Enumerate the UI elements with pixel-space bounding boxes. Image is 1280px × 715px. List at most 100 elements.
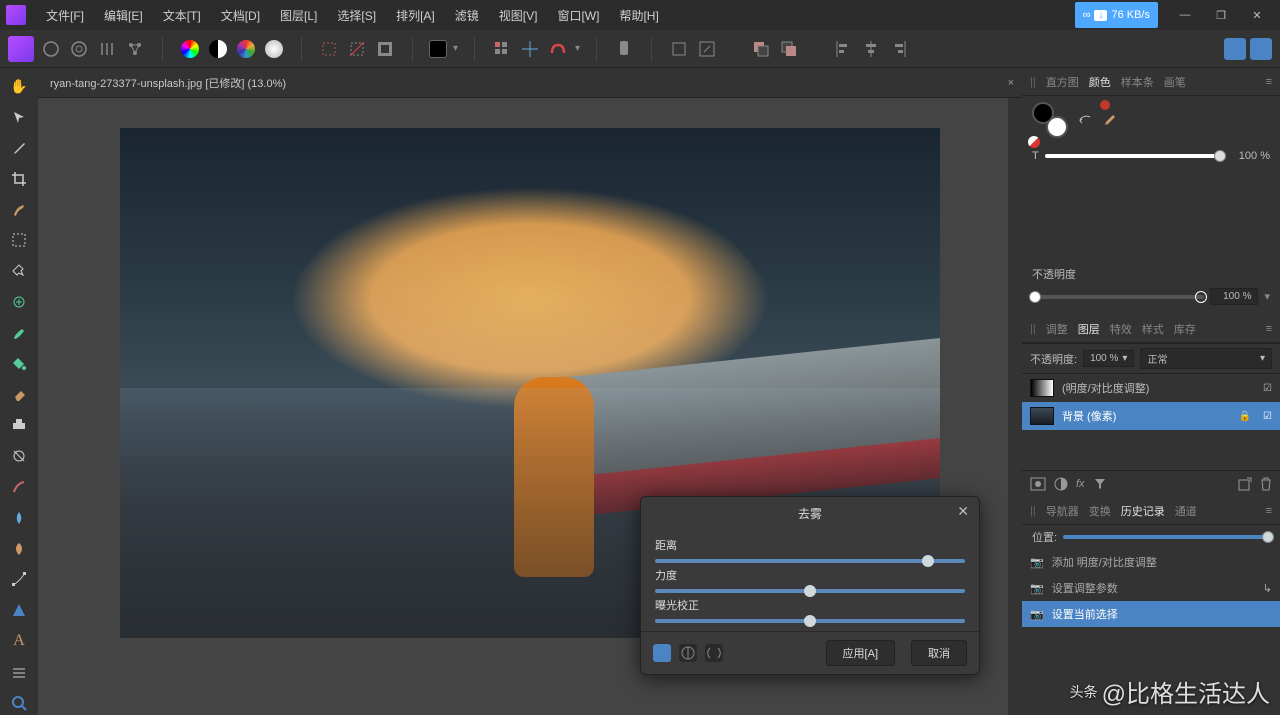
layer-visible-checkbox[interactable]: ☑ [1263, 383, 1272, 394]
swap-colors-icon[interactable] [1078, 113, 1092, 127]
deselect-icon[interactable] [346, 38, 368, 60]
history-item[interactable]: 📷 设置调整参数 ↳ [1022, 575, 1280, 601]
tab-transform[interactable]: 变换 [1089, 503, 1111, 519]
layer-opacity-dropdown[interactable]: 100 %▾ [1083, 350, 1134, 367]
eyedropper-icon[interactable] [1102, 113, 1116, 127]
sync-icon[interactable] [1250, 38, 1272, 60]
assistant-icon[interactable] [613, 38, 635, 60]
dialog-title-bar[interactable]: 去雾 ✕ [641, 497, 979, 529]
clone-tool-icon[interactable] [6, 413, 32, 438]
exposure-slider[interactable] [655, 619, 965, 623]
reset-colors-icon[interactable] [1028, 136, 1040, 148]
move-tool-icon[interactable] [6, 105, 32, 130]
snapping-icon[interactable] [547, 38, 569, 60]
menu-select[interactable]: 选择[S] [327, 0, 386, 30]
opacity-slider[interactable] [1032, 295, 1204, 299]
invert-select-icon[interactable] [374, 38, 396, 60]
align-center-icon[interactable] [860, 38, 882, 60]
menu-text[interactable]: 文本[T] [153, 0, 211, 30]
tab-navigator[interactable]: 导航器 [1046, 503, 1079, 519]
menu-edit[interactable]: 编辑[E] [94, 0, 153, 30]
paint-brush-icon[interactable] [6, 321, 32, 346]
arrange-front-icon[interactable] [778, 38, 800, 60]
panel-menu-icon[interactable]: ≡ [1266, 76, 1272, 88]
panel-menu-icon[interactable]: ≡ [1266, 505, 1272, 517]
tab-effects[interactable]: 特效 [1110, 321, 1132, 337]
tab-adjustments[interactable]: 调整 [1046, 321, 1068, 337]
marquee-tool-icon[interactable] [6, 228, 32, 253]
history-slider[interactable] [1063, 535, 1270, 539]
resize-document-icon[interactable] [696, 38, 718, 60]
guides-icon[interactable] [519, 38, 541, 60]
healing-brush-icon[interactable] [6, 290, 32, 315]
text-tool-icon[interactable]: A [6, 629, 32, 654]
tab-histogram[interactable]: 直方图 [1046, 74, 1079, 90]
node-tool-icon[interactable] [6, 567, 32, 592]
add-layer-icon[interactable] [1238, 477, 1252, 491]
menu-filter[interactable]: 滤镜 [445, 0, 489, 30]
export-persona-icon[interactable] [124, 38, 146, 60]
document-tab[interactable]: ryan-tang-273377-unsplash.jpg [已修改] (13.… [38, 68, 1022, 98]
paint-mixer-icon[interactable] [6, 475, 32, 500]
menu-view[interactable]: 视图[V] [489, 0, 548, 30]
account-icon[interactable] [1224, 38, 1246, 60]
selection-brush-icon[interactable] [6, 197, 32, 222]
develop-persona-icon[interactable] [68, 38, 90, 60]
flood-select-icon[interactable] [6, 259, 32, 284]
tab-swatches[interactable]: 样本条 [1121, 74, 1154, 90]
mirror-preview-toggle[interactable] [705, 644, 723, 662]
grid-icon[interactable] [491, 38, 513, 60]
menu-layer[interactable]: 图层[L] [270, 0, 327, 30]
dodge-tool-icon[interactable] [6, 444, 32, 469]
layer-visible-checkbox[interactable]: ☑ [1263, 411, 1272, 422]
crop-tool-icon[interactable] [6, 166, 32, 191]
bw-adjust-icon[interactable] [207, 38, 229, 60]
fx-icon[interactable]: fx [1076, 478, 1085, 490]
fill-color-icon[interactable] [429, 40, 447, 58]
distance-slider[interactable] [655, 559, 965, 563]
apply-button[interactable]: 应用[A] [826, 640, 895, 666]
align-left-icon[interactable] [832, 38, 854, 60]
split-preview-toggle[interactable] [679, 644, 697, 662]
tone-map-persona-icon[interactable] [96, 38, 118, 60]
lock-icon[interactable]: 🔒 [1239, 411, 1251, 422]
panel-menu-icon[interactable]: ≡ [1266, 323, 1272, 335]
opacity-value-input[interactable]: 100 % [1210, 288, 1258, 305]
blend-mode-dropdown[interactable]: 正常▾ [1140, 348, 1272, 369]
levels-adjust-icon[interactable] [263, 38, 285, 60]
tint-slider[interactable] [1045, 154, 1224, 158]
menu-arrange[interactable]: 排列[A] [386, 0, 445, 30]
erase-tool-icon[interactable] [6, 382, 32, 407]
window-maximize-button[interactable]: ❐ [1204, 2, 1238, 28]
eyedropper-tool-icon[interactable] [6, 136, 32, 161]
tab-channels[interactable]: 通道 [1175, 503, 1197, 519]
live-filter-icon[interactable] [1093, 477, 1107, 491]
cancel-button[interactable]: 取消 [911, 640, 967, 666]
arrange-back-icon[interactable] [750, 38, 772, 60]
shape-tool-icon[interactable] [6, 598, 32, 623]
menu-window[interactable]: 窗口[W] [547, 0, 609, 30]
menu-help[interactable]: 帮助[H] [609, 0, 668, 30]
smudge-tool-icon[interactable] [6, 505, 32, 530]
tab-stock[interactable]: 库存 [1174, 321, 1196, 337]
tab-layers[interactable]: 图层 [1078, 321, 1100, 337]
pen-tool-icon[interactable] [6, 536, 32, 561]
history-item[interactable]: 📷 添加 明度/对比度调整 [1022, 549, 1280, 575]
history-item[interactable]: 📷 设置当前选择 [1022, 601, 1280, 627]
tab-brushes[interactable]: 画笔 [1164, 74, 1186, 90]
menu-file[interactable]: 文件[F] [36, 0, 94, 30]
menu-document[interactable]: 文档[D] [211, 0, 270, 30]
preview-toggle[interactable] [653, 644, 671, 662]
tab-history[interactable]: 历史记录 [1121, 503, 1165, 519]
color-wheel-icon[interactable] [179, 38, 201, 60]
pan-tool-icon[interactable]: ✋ [6, 74, 32, 99]
tab-styles[interactable]: 样式 [1142, 321, 1164, 337]
zoom-tool-icon[interactable] [6, 690, 32, 715]
dialog-close-button[interactable]: ✕ [957, 503, 969, 520]
window-close-button[interactable]: ✕ [1240, 2, 1274, 28]
delete-layer-icon[interactable] [1260, 477, 1272, 491]
grid-tool-icon[interactable] [6, 659, 32, 684]
layer-row-background[interactable]: 背景 (像素) 🔒 ☑ [1022, 402, 1280, 430]
fill-tool-icon[interactable] [6, 351, 32, 376]
crop-document-icon[interactable] [668, 38, 690, 60]
